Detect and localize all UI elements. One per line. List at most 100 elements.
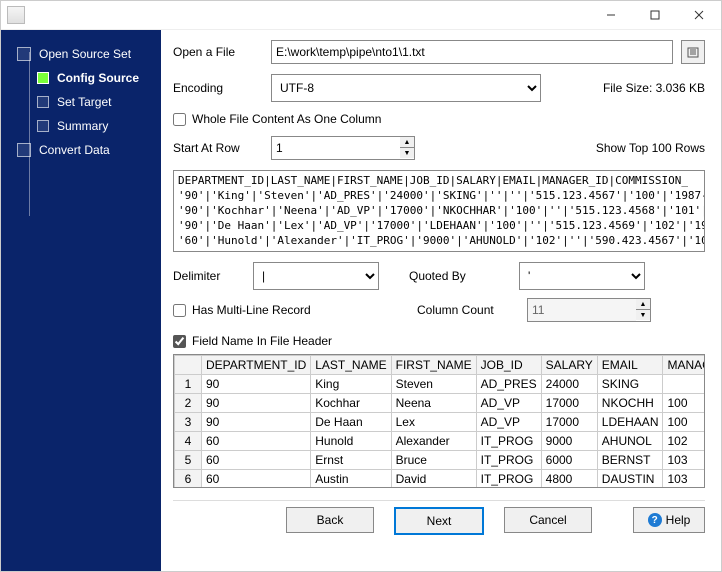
table-cell: Ernst <box>311 451 391 470</box>
start-row-input[interactable] <box>271 136 400 160</box>
table-cell: De Haan <box>311 413 391 432</box>
nav-marker-icon <box>37 120 49 132</box>
table-cell: IT_PROG <box>476 470 541 489</box>
app-icon <box>7 6 25 24</box>
table-header-rownum[interactable] <box>175 356 202 375</box>
spinner-down-icon[interactable]: ▼ <box>400 148 414 158</box>
table-cell: Lex <box>391 413 476 432</box>
spinner-up-icon[interactable]: ▲ <box>636 299 650 310</box>
browse-file-button[interactable] <box>681 40 705 64</box>
table-cell: SKING <box>597 375 663 394</box>
table-row[interactable]: 460HunoldAlexanderIT_PROG9000AHUNOL102 <box>175 432 706 451</box>
open-file-input[interactable] <box>271 40 673 64</box>
help-icon: ? <box>648 513 662 527</box>
start-row-label: Start At Row <box>173 141 263 155</box>
table-cell: 60 <box>202 470 311 489</box>
table-header-email[interactable]: EMAIL <box>597 356 663 375</box>
table-cell: 102 <box>663 432 705 451</box>
file-preview-textarea[interactable]: DEPARTMENT_ID|LAST_NAME|FIRST_NAME|JOB_I… <box>173 170 705 252</box>
table-cell: 60 <box>202 451 311 470</box>
minimize-icon <box>606 10 616 20</box>
spinner-up-icon[interactable]: ▲ <box>400 137 414 148</box>
column-count-spinner[interactable]: ▲ ▼ <box>636 298 651 322</box>
close-icon <box>694 10 704 20</box>
data-preview-table-container[interactable]: DEPARTMENT_IDLAST_NAMEFIRST_NAMEJOB_IDSA… <box>173 354 705 488</box>
multi-line-checkbox-label[interactable]: Has Multi-Line Record <box>173 303 311 317</box>
maximize-button[interactable] <box>633 1 677 29</box>
table-cell: Hunold <box>311 432 391 451</box>
wizard-footer: Back Next Cancel ? Help <box>173 500 705 535</box>
table-header-manager_id[interactable]: MANAGER_ID <box>663 356 705 375</box>
field-header-checkbox-label[interactable]: Field Name In File Header <box>173 334 332 348</box>
nav-marker-icon <box>37 72 49 84</box>
table-cell: Kochhar <box>311 394 391 413</box>
cancel-button[interactable]: Cancel <box>504 507 592 533</box>
table-header-job_id[interactable]: JOB_ID <box>476 356 541 375</box>
table-row[interactable]: 390De HaanLexAD_VP17000LDEHAAN100 <box>175 413 706 432</box>
table-header-last_name[interactable]: LAST_NAME <box>311 356 391 375</box>
next-button[interactable]: Next <box>394 507 484 535</box>
table-cell: NKOCHH <box>597 394 663 413</box>
table-cell: AD_PRES <box>476 375 541 394</box>
table-cell-rownum: 5 <box>175 451 202 470</box>
quoted-by-label: Quoted By <box>409 269 509 283</box>
table-cell-rownum: 3 <box>175 413 202 432</box>
spinner-down-icon[interactable]: ▼ <box>636 310 650 320</box>
nav-item-config-source[interactable]: Config Source <box>1 66 161 90</box>
nav-item-set-target[interactable]: Set Target <box>1 90 161 114</box>
nav-marker-icon <box>37 96 49 108</box>
table-header-first_name[interactable]: FIRST_NAME <box>391 356 476 375</box>
table-cell: AD_VP <box>476 394 541 413</box>
nav-item-open-source-set[interactable]: Open Source Set <box>1 42 161 66</box>
show-top-label: Show Top 100 Rows <box>596 141 705 155</box>
nav-marker-icon <box>17 47 31 61</box>
encoding-select[interactable]: UTF-8 <box>271 74 541 102</box>
nav-marker-icon <box>17 143 31 157</box>
table-cell: Austin <box>311 470 391 489</box>
table-row[interactable]: 560ErnstBruceIT_PROG6000BERNST103 <box>175 451 706 470</box>
close-button[interactable] <box>677 1 721 29</box>
nav-item-summary[interactable]: Summary <box>1 114 161 138</box>
table-cell: King <box>311 375 391 394</box>
nav-item-label: Summary <box>57 119 108 133</box>
delimiter-select[interactable]: | <box>253 262 379 290</box>
table-cell: AHUNOL <box>597 432 663 451</box>
nav-item-label: Config Source <box>57 71 139 85</box>
encoding-label: Encoding <box>173 81 263 95</box>
whole-file-text: Whole File Content As One Column <box>192 112 381 126</box>
data-preview-table: DEPARTMENT_IDLAST_NAMEFIRST_NAMEJOB_IDSA… <box>174 355 705 488</box>
help-button[interactable]: ? Help <box>633 507 705 533</box>
quoted-by-select[interactable]: ' <box>519 262 645 290</box>
start-row-spinner[interactable]: ▲ ▼ <box>400 136 415 160</box>
table-cell: 103 <box>663 451 705 470</box>
table-cell: David <box>391 470 476 489</box>
whole-file-checkbox[interactable] <box>173 113 186 126</box>
table-cell: Neena <box>391 394 476 413</box>
table-header-salary[interactable]: SALARY <box>541 356 597 375</box>
table-cell-rownum: 4 <box>175 432 202 451</box>
maximize-icon <box>650 10 660 20</box>
table-header-department_id[interactable]: DEPARTMENT_ID <box>202 356 311 375</box>
open-file-label: Open a File <box>173 45 263 59</box>
multi-line-checkbox[interactable] <box>173 304 186 317</box>
table-row[interactable]: 290KochharNeenaAD_VP17000NKOCHH100 <box>175 394 706 413</box>
table-cell: BERNST <box>597 451 663 470</box>
nav-item-convert-data[interactable]: Convert Data <box>1 138 161 162</box>
table-row[interactable]: 190KingStevenAD_PRES24000SKING <box>175 375 706 394</box>
folder-open-icon <box>686 45 700 59</box>
whole-file-checkbox-label[interactable]: Whole File Content As One Column <box>173 112 381 126</box>
table-cell: 24000 <box>541 375 597 394</box>
titlebar <box>1 1 721 30</box>
table-cell: 60 <box>202 432 311 451</box>
table-cell: Alexander <box>391 432 476 451</box>
back-button[interactable]: Back <box>286 507 374 533</box>
app-window: Open Source Set Config Source Set Target Su… <box>0 0 722 572</box>
table-cell: 6000 <box>541 451 597 470</box>
table-cell: DAUSTIN <box>597 470 663 489</box>
file-size-label: File Size: 3.036 KB <box>603 81 705 95</box>
table-cell: IT_PROG <box>476 451 541 470</box>
table-row[interactable]: 660AustinDavidIT_PROG4800DAUSTIN103 <box>175 470 706 489</box>
minimize-button[interactable] <box>589 1 633 29</box>
field-header-checkbox[interactable] <box>173 335 186 348</box>
table-cell <box>663 375 705 394</box>
